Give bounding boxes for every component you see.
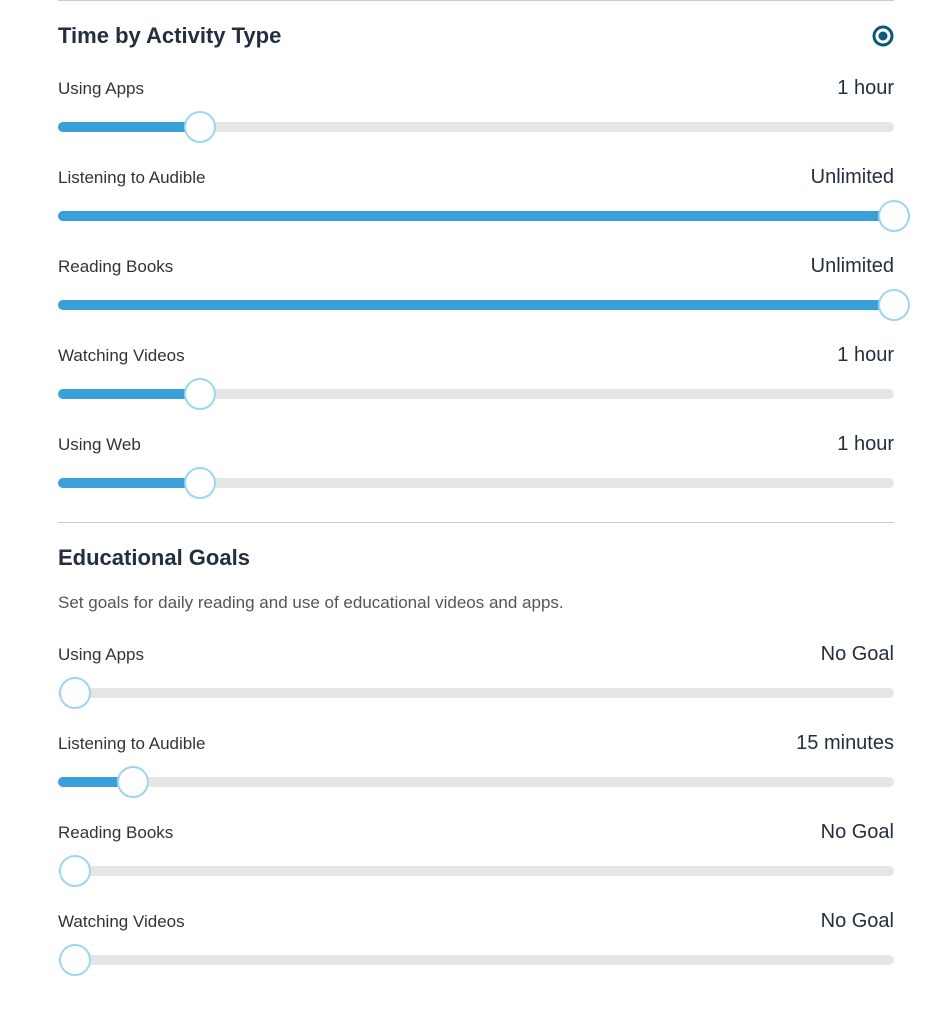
- educational-goals-title: Educational Goals: [58, 545, 250, 571]
- slider-value: No Goal: [821, 643, 894, 666]
- goal-item-books: Reading Books No Goal: [58, 821, 894, 876]
- goal-track-books[interactable]: [58, 866, 894, 876]
- slider-track-books[interactable]: [58, 300, 894, 310]
- top-divider: [58, 0, 894, 1]
- slider-track-apps[interactable]: [58, 122, 894, 132]
- slider-item-apps: Using Apps 1 hour: [58, 77, 894, 132]
- slider-label: Reading Books: [58, 823, 173, 843]
- slider-thumb[interactable]: [184, 111, 216, 143]
- slider-row: Reading Books Unlimited: [58, 255, 894, 278]
- goal-item-audible: Listening to Audible 15 minutes: [58, 732, 894, 787]
- educational-goals-desc: Set goals for daily reading and use of e…: [58, 593, 894, 613]
- slider-fill: [58, 389, 200, 399]
- goal-track-apps[interactable]: [58, 688, 894, 698]
- slider-label: Reading Books: [58, 257, 173, 277]
- slider-row: Reading Books No Goal: [58, 821, 894, 844]
- goal-item-apps: Using Apps No Goal: [58, 643, 894, 698]
- goal-track-audible[interactable]: [58, 777, 894, 787]
- slider-row: Listening to Audible Unlimited: [58, 166, 894, 189]
- slider-track-web[interactable]: [58, 478, 894, 488]
- slider-label: Using Web: [58, 435, 141, 455]
- slider-value: No Goal: [821, 821, 894, 844]
- educational-goals-section: Educational Goals Set goals for daily re…: [58, 545, 894, 965]
- slider-fill: [58, 300, 894, 310]
- slider-row: Watching Videos 1 hour: [58, 344, 894, 367]
- slider-row: Using Apps 1 hour: [58, 77, 894, 100]
- slider-label: Watching Videos: [58, 346, 185, 366]
- slider-fill: [58, 211, 894, 221]
- slider-row: Using Web 1 hour: [58, 433, 894, 456]
- slider-track-videos[interactable]: [58, 389, 894, 399]
- time-by-activity-header: Time by Activity Type: [58, 23, 894, 49]
- slider-fill: [58, 122, 200, 132]
- slider-label: Using Apps: [58, 645, 144, 665]
- slider-value: 15 minutes: [796, 732, 894, 755]
- slider-thumb[interactable]: [184, 378, 216, 410]
- slider-thumb[interactable]: [184, 467, 216, 499]
- slider-thumb[interactable]: [878, 200, 910, 232]
- goal-item-videos: Watching Videos No Goal: [58, 910, 894, 965]
- slider-label: Watching Videos: [58, 912, 185, 932]
- slider-value: No Goal: [821, 910, 894, 933]
- goal-track-videos[interactable]: [58, 955, 894, 965]
- slider-fill: [58, 478, 200, 488]
- mid-divider: [58, 522, 894, 523]
- slider-item-books: Reading Books Unlimited: [58, 255, 894, 310]
- slider-value: Unlimited: [811, 166, 894, 189]
- slider-thumb[interactable]: [878, 289, 910, 321]
- slider-value: 1 hour: [837, 344, 894, 367]
- slider-item-web: Using Web 1 hour: [58, 433, 894, 488]
- slider-value: Unlimited: [811, 255, 894, 278]
- slider-value: 1 hour: [837, 77, 894, 100]
- slider-label: Using Apps: [58, 79, 144, 99]
- slider-thumb[interactable]: [59, 677, 91, 709]
- slider-value: 1 hour: [837, 433, 894, 456]
- slider-thumb[interactable]: [59, 944, 91, 976]
- slider-item-audible: Listening to Audible Unlimited: [58, 166, 894, 221]
- slider-row: Listening to Audible 15 minutes: [58, 732, 894, 755]
- slider-row: Using Apps No Goal: [58, 643, 894, 666]
- slider-track-audible[interactable]: [58, 211, 894, 221]
- slider-row: Watching Videos No Goal: [58, 910, 894, 933]
- time-by-activity-title: Time by Activity Type: [58, 23, 281, 49]
- slider-item-videos: Watching Videos 1 hour: [58, 344, 894, 399]
- slider-thumb[interactable]: [59, 855, 91, 887]
- radio-selected-icon[interactable]: [872, 25, 894, 47]
- slider-thumb[interactable]: [117, 766, 149, 798]
- slider-label: Listening to Audible: [58, 168, 205, 188]
- slider-label: Listening to Audible: [58, 734, 205, 754]
- educational-goals-header: Educational Goals: [58, 545, 894, 571]
